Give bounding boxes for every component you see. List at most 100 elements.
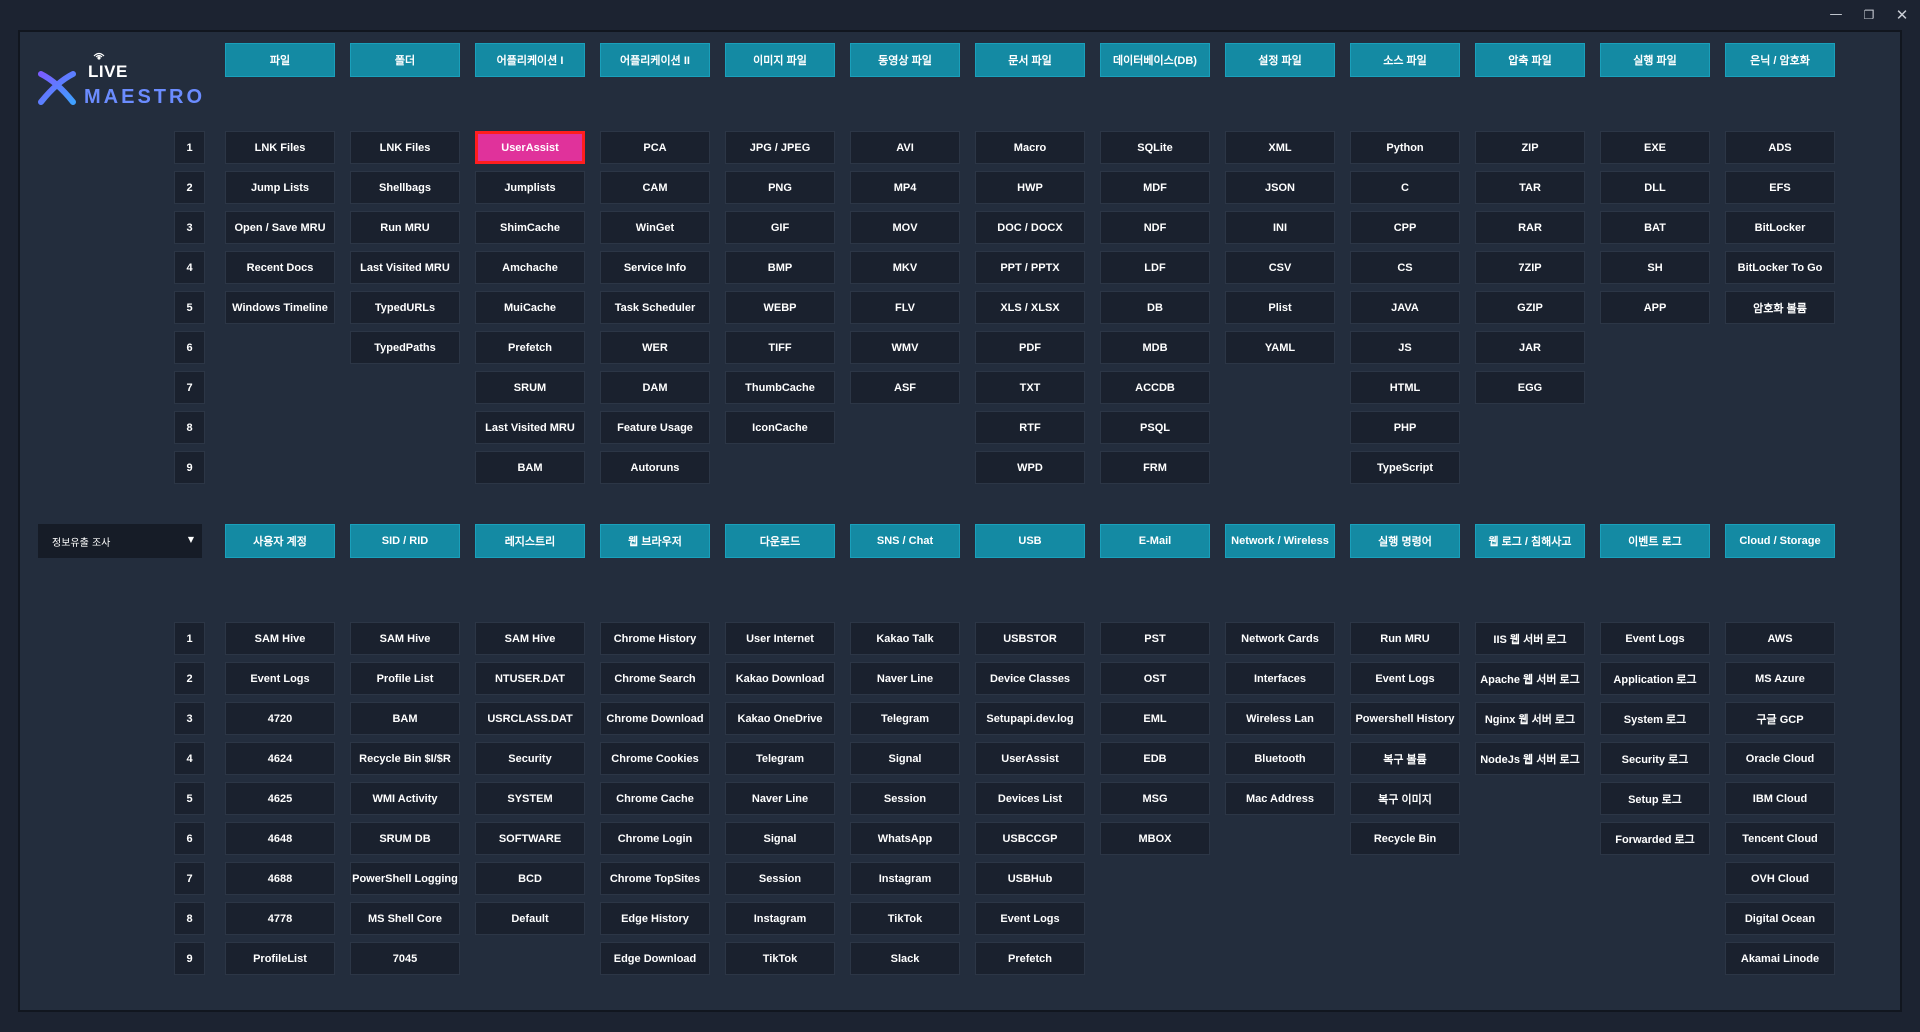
artifact-button[interactable]: Amchache	[475, 251, 585, 284]
artifact-button[interactable]: EML	[1100, 702, 1210, 735]
artifact-button[interactable]: BitLocker To Go	[1725, 251, 1835, 284]
artifact-button[interactable]: WPD	[975, 451, 1085, 484]
artifact-button[interactable]: Run MRU	[1350, 622, 1460, 655]
artifact-button[interactable]: 암호화 볼륨	[1725, 291, 1835, 324]
artifact-button[interactable]: CPP	[1350, 211, 1460, 244]
artifact-button[interactable]: Session	[850, 782, 960, 815]
artifact-button[interactable]: WEBP	[725, 291, 835, 324]
artifact-button[interactable]: PST	[1100, 622, 1210, 655]
artifact-button[interactable]: Shellbags	[350, 171, 460, 204]
category-header-top_section-11[interactable]: 실행 파일	[1600, 43, 1710, 77]
category-header-top_section-10[interactable]: 압축 파일	[1475, 43, 1585, 77]
artifact-button[interactable]: Event Logs	[1600, 622, 1710, 655]
category-header-top_section-7[interactable]: 데이터베이스(DB)	[1100, 43, 1210, 77]
artifact-button[interactable]: TAR	[1475, 171, 1585, 204]
artifact-button[interactable]: Edge History	[600, 902, 710, 935]
artifact-button[interactable]: Kakao Download	[725, 662, 835, 695]
artifact-button[interactable]: RTF	[975, 411, 1085, 444]
artifact-button[interactable]: Plist	[1225, 291, 1335, 324]
artifact-button[interactable]: ASF	[850, 371, 960, 404]
artifact-button[interactable]: Recycle Bin $I/$R	[350, 742, 460, 775]
artifact-button[interactable]: Event Logs	[225, 662, 335, 695]
category-header-bottom_section-4[interactable]: 다운로드	[725, 524, 835, 558]
artifact-button[interactable]: Mac Address	[1225, 782, 1335, 815]
artifact-button[interactable]: 4778	[225, 902, 335, 935]
artifact-button[interactable]: OST	[1100, 662, 1210, 695]
artifact-button[interactable]: RAR	[1475, 211, 1585, 244]
artifact-button[interactable]: BCD	[475, 862, 585, 895]
artifact-button[interactable]: TypedPaths	[350, 331, 460, 364]
category-header-bottom_section-6[interactable]: USB	[975, 524, 1085, 558]
artifact-button[interactable]: AVI	[850, 131, 960, 164]
artifact-button[interactable]: SAM Hive	[475, 622, 585, 655]
artifact-button[interactable]: Interfaces	[1225, 662, 1335, 695]
category-header-bottom_section-11[interactable]: 이벤트 로그	[1600, 524, 1710, 558]
category-header-top_section-9[interactable]: 소스 파일	[1350, 43, 1460, 77]
artifact-button[interactable]: Python	[1350, 131, 1460, 164]
artifact-button[interactable]: LNK Files	[350, 131, 460, 164]
artifact-button[interactable]: Slack	[850, 942, 960, 975]
artifact-button[interactable]: SYSTEM	[475, 782, 585, 815]
category-header-top_section-4[interactable]: 이미지 파일	[725, 43, 835, 77]
artifact-button[interactable]: UserAssist	[975, 742, 1085, 775]
artifact-button[interactable]: Chrome Download	[600, 702, 710, 735]
artifact-button[interactable]: XML	[1225, 131, 1335, 164]
artifact-button[interactable]: DLL	[1600, 171, 1710, 204]
artifact-button[interactable]: 4648	[225, 822, 335, 855]
artifact-button[interactable]: Recycle Bin	[1350, 822, 1460, 855]
category-header-top_section-2[interactable]: 어플리케이션 I	[475, 43, 585, 77]
artifact-button[interactable]: TIFF	[725, 331, 835, 364]
artifact-button[interactable]: Devices List	[975, 782, 1085, 815]
artifact-button[interactable]: Open / Save MRU	[225, 211, 335, 244]
artifact-button[interactable]: PSQL	[1100, 411, 1210, 444]
artifact-button[interactable]: USRCLASS.DAT	[475, 702, 585, 735]
artifact-button[interactable]: Tencent Cloud	[1725, 822, 1835, 855]
artifact-button[interactable]: WMI Activity	[350, 782, 460, 815]
artifact-button[interactable]: FRM	[1100, 451, 1210, 484]
artifact-button[interactable]: NTUSER.DAT	[475, 662, 585, 695]
artifact-button[interactable]: PDF	[975, 331, 1085, 364]
artifact-button[interactable]: Digital Ocean	[1725, 902, 1835, 935]
category-header-bottom_section-3[interactable]: 웹 브라우저	[600, 524, 710, 558]
category-header-top_section-0[interactable]: 파일	[225, 43, 335, 77]
artifact-button[interactable]: GIF	[725, 211, 835, 244]
category-header-bottom_section-0[interactable]: 사용자 계정	[225, 524, 335, 558]
artifact-button[interactable]: HTML	[1350, 371, 1460, 404]
artifact-button[interactable]: NodeJs 웹 서버 로그	[1475, 742, 1585, 775]
artifact-button[interactable]: XLS / XLSX	[975, 291, 1085, 324]
artifact-button[interactable]: Jump Lists	[225, 171, 335, 204]
artifact-button[interactable]: Chrome History	[600, 622, 710, 655]
artifact-button[interactable]: BAT	[1600, 211, 1710, 244]
artifact-button[interactable]: INI	[1225, 211, 1335, 244]
artifact-button[interactable]: Feature Usage	[600, 411, 710, 444]
artifact-button[interactable]: LDF	[1100, 251, 1210, 284]
artifact-button[interactable]: 7ZIP	[1475, 251, 1585, 284]
artifact-button[interactable]: TikTok	[725, 942, 835, 975]
artifact-button[interactable]: 7045	[350, 942, 460, 975]
artifact-button[interactable]: PowerShell Logging	[350, 862, 460, 895]
artifact-button[interactable]: Service Info	[600, 251, 710, 284]
artifact-button[interactable]: EFS	[1725, 171, 1835, 204]
artifact-button[interactable]: MuiCache	[475, 291, 585, 324]
artifact-button-selected[interactable]: UserAssist	[475, 131, 585, 164]
artifact-button[interactable]: EDB	[1100, 742, 1210, 775]
artifact-button[interactable]: DB	[1100, 291, 1210, 324]
artifact-button[interactable]: TXT	[975, 371, 1085, 404]
artifact-button[interactable]: BAM	[350, 702, 460, 735]
artifact-button[interactable]: WinGet	[600, 211, 710, 244]
category-header-bottom_section-7[interactable]: E-Mail	[1100, 524, 1210, 558]
artifact-button[interactable]: USBHub	[975, 862, 1085, 895]
category-header-top_section-3[interactable]: 어플리케이션 II	[600, 43, 710, 77]
artifact-button[interactable]: DOC / DOCX	[975, 211, 1085, 244]
artifact-button[interactable]: FLV	[850, 291, 960, 324]
artifact-button[interactable]: Chrome Search	[600, 662, 710, 695]
artifact-button[interactable]: 4720	[225, 702, 335, 735]
artifact-button[interactable]: Application 로그	[1600, 662, 1710, 695]
artifact-button[interactable]: Chrome Cache	[600, 782, 710, 815]
artifact-button[interactable]: NDF	[1100, 211, 1210, 244]
artifact-button[interactable]: Naver Line	[725, 782, 835, 815]
artifact-button[interactable]: Jumplists	[475, 171, 585, 204]
artifact-button[interactable]: ACCDB	[1100, 371, 1210, 404]
artifact-button[interactable]: Apache 웹 서버 로그	[1475, 662, 1585, 695]
artifact-button[interactable]: Windows Timeline	[225, 291, 335, 324]
